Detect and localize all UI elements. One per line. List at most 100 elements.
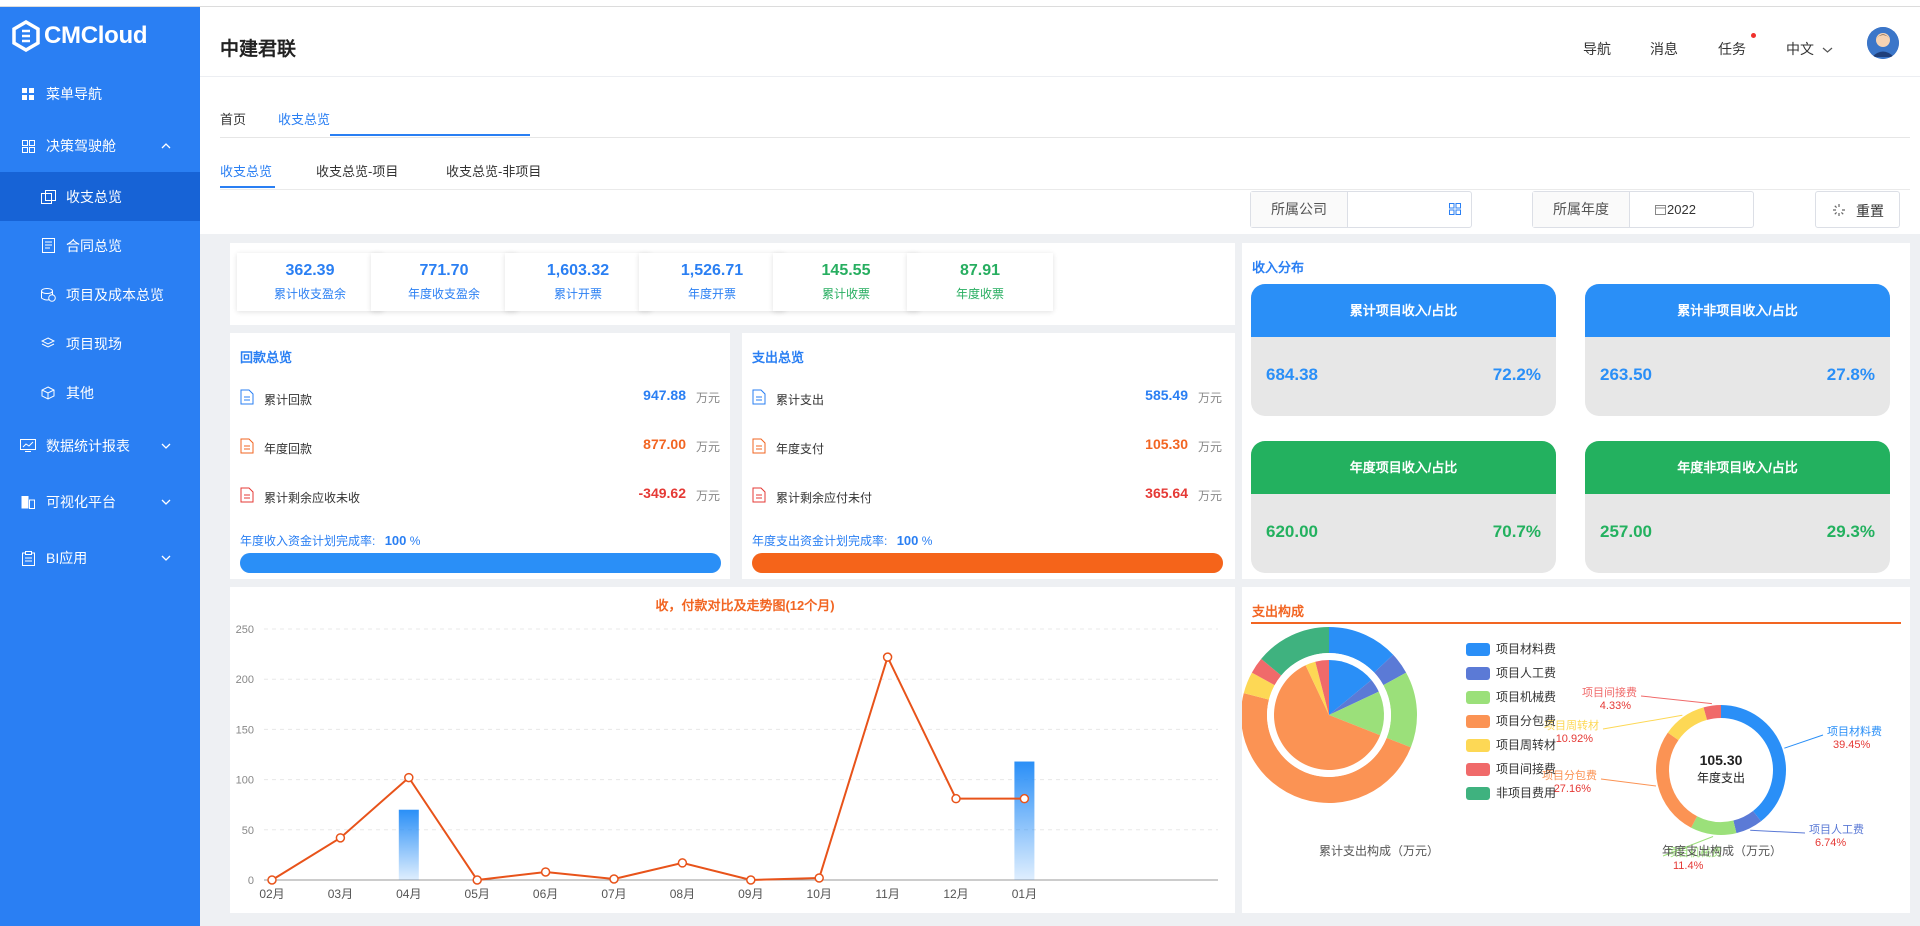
user-avatar[interactable]: [1867, 27, 1899, 59]
donut-slice[interactable]: [1691, 816, 1737, 835]
sidebar-item-project-site[interactable]: 项目现场: [0, 319, 200, 368]
company-filter[interactable]: 所属公司: [1250, 191, 1472, 228]
page-tabs: 首页 收支总览: [220, 77, 1910, 138]
y-tick-label: 50: [242, 825, 254, 837]
expenses-panel: 支出总览 累计支出 585.49 万元 年度支付 105.30 万元 累计剩余应…: [742, 333, 1235, 579]
data-point[interactable]: [882, 652, 893, 662]
legend-item[interactable]: 项目机械费: [1466, 688, 1556, 705]
legend-item[interactable]: 项目材料费: [1466, 640, 1556, 657]
tab-income-expense[interactable]: 收支总览: [278, 109, 330, 128]
subtab-active-underline: [220, 186, 275, 188]
label-leader-line: [1784, 734, 1824, 749]
x-tick-label: 11月: [875, 887, 899, 901]
sidebar-item-label: 项目现场: [66, 335, 122, 352]
sidebar-item-label: 收支总览: [66, 188, 122, 205]
progress-value: 100: [384, 533, 407, 548]
slice-name-label: 项目间接费: [1582, 686, 1637, 699]
cube-icon: [40, 385, 56, 401]
stat-card: 1,603.32 累计开票: [505, 253, 651, 311]
reset-button[interactable]: 重置: [1815, 191, 1900, 228]
sidebar-item-statistics-reports[interactable]: 数据统计报表: [0, 417, 200, 474]
grid-icon: [20, 86, 36, 102]
row-value: 877.00: [643, 436, 686, 452]
trend-chart: 收，付款对比及走势图(12个月) 0 50 100 150 200 250 02月 03月 04…: [236, 598, 1218, 901]
data-point[interactable]: [677, 858, 688, 868]
subtab-overview[interactable]: 收支总览: [220, 161, 272, 180]
sidebar-item-decision-cockpit[interactable]: 决策驾驶舱: [0, 120, 200, 172]
subtab-non-project[interactable]: 收支总览-非项目: [446, 161, 541, 180]
data-point[interactable]: [951, 793, 961, 804]
data-point[interactable]: [746, 875, 756, 885]
stat-value: 87.91: [959, 262, 1001, 279]
expenses-title: 支出总览: [752, 350, 805, 365]
expense-row-outstanding: 累计剩余应付未付 365.64 万元: [752, 485, 1222, 505]
sidebar-item-label: 项目及成本总览: [66, 286, 164, 303]
slice-percent-label: 4.33%: [1600, 700, 1631, 712]
sidebar-item-income-expense-overview[interactable]: 收支总览: [0, 172, 200, 221]
income-percent: 70.7%: [1492, 522, 1541, 541]
legend-item[interactable]: 非项目费用: [1466, 784, 1557, 801]
row-label: 累计剩余应付未付: [776, 491, 873, 505]
legend-swatch: [1466, 763, 1490, 777]
label-leader-line: [1602, 714, 1683, 730]
x-tick-label: 03月: [328, 887, 353, 901]
data-point[interactable]: [609, 874, 619, 884]
row-label: 累计剩余应收未收: [264, 491, 361, 505]
row-unit: 万元: [1197, 489, 1222, 503]
sidebar-item-label: BI应用: [46, 550, 88, 566]
x-tick-label: 05月: [465, 887, 490, 901]
company-filter-label: 所属公司: [1251, 192, 1348, 227]
year-filter[interactable]: 所属年度 2022: [1532, 191, 1754, 228]
income-amount: 620.00: [1266, 522, 1318, 541]
sidebar-item-bi-apps[interactable]: BI应用: [0, 530, 200, 586]
receipts-progress-text: 年度收入资金计划完成率: 100 %: [240, 532, 420, 549]
donut-slice[interactable]: [1667, 707, 1708, 741]
sidebar-item-visualization-platform[interactable]: 可视化平台: [0, 474, 200, 530]
data-point[interactable]: [814, 873, 824, 883]
bar: [398, 809, 419, 880]
legend-item[interactable]: 项目分包费: [1466, 712, 1556, 729]
apps-icon: [20, 138, 36, 154]
data-point[interactable]: [267, 875, 277, 885]
data-point[interactable]: [540, 867, 551, 877]
data-point[interactable]: [335, 833, 346, 843]
data-point[interactable]: [1019, 793, 1030, 804]
income-percent: 72.2%: [1492, 365, 1541, 384]
data-point[interactable]: [404, 772, 414, 783]
legend-label: 非项目费用: [1496, 786, 1557, 800]
sidebar-item-menu-nav[interactable]: 菜单导航: [0, 68, 200, 120]
row-value: 105.30: [1145, 436, 1188, 452]
tab-home[interactable]: 首页: [220, 109, 246, 128]
expenses-progress-text: 年度支出资金计划完成率: 100 %: [752, 532, 932, 549]
avatar-icon: [1867, 27, 1899, 59]
sidebar-item-label: 数据统计报表: [46, 437, 130, 454]
year-filter-label: 所属年度: [1533, 192, 1630, 227]
receipt-row-annual: 年度回款 877.00 万元: [240, 436, 720, 456]
stat-card: 87.91 年度收票: [907, 253, 1053, 311]
language-select[interactable]: 中文: [1786, 39, 1833, 59]
row-value: -349.62: [638, 485, 686, 501]
sidebar-item-other[interactable]: 其他: [0, 368, 200, 417]
messages-link[interactable]: 消息: [1650, 39, 1678, 59]
donut-slice[interactable]: [1656, 732, 1698, 828]
pie2-center-value: 105.30: [1700, 752, 1743, 768]
brand-logo[interactable]: CMCloud: [0, 7, 200, 65]
legend-item[interactable]: 项目周转材: [1466, 736, 1556, 753]
pie1-caption: 累计支出构成（万元）: [1319, 843, 1439, 858]
legend-item[interactable]: 项目人工费: [1466, 664, 1556, 681]
sidebar-item-contract-overview[interactable]: 合同总览: [0, 221, 200, 270]
data-point[interactable]: [472, 875, 482, 885]
main-area: 中建君联 导航 消息 任务 中文 首页 收支总览 收支总览 收支总览-项目 收支…: [200, 7, 1920, 926]
series-line: [271, 654, 1025, 882]
building-icon: [20, 494, 36, 510]
chevron-down-icon: [161, 499, 171, 505]
nav-link[interactable]: 导航: [1583, 39, 1611, 59]
legend-item[interactable]: 项目间接费: [1466, 760, 1556, 777]
sidebar-item-project-cost-overview[interactable]: 项目及成本总览: [0, 270, 200, 319]
subtab-project[interactable]: 收支总览-项目: [316, 161, 398, 180]
income-card-annual-project: 年度项目收入/占比 620.00 70.7%: [1251, 441, 1556, 573]
tasks-link[interactable]: 任务: [1718, 39, 1746, 59]
bar: [1014, 761, 1035, 880]
coins-icon: [40, 287, 56, 303]
progress-fill: [752, 553, 1223, 573]
